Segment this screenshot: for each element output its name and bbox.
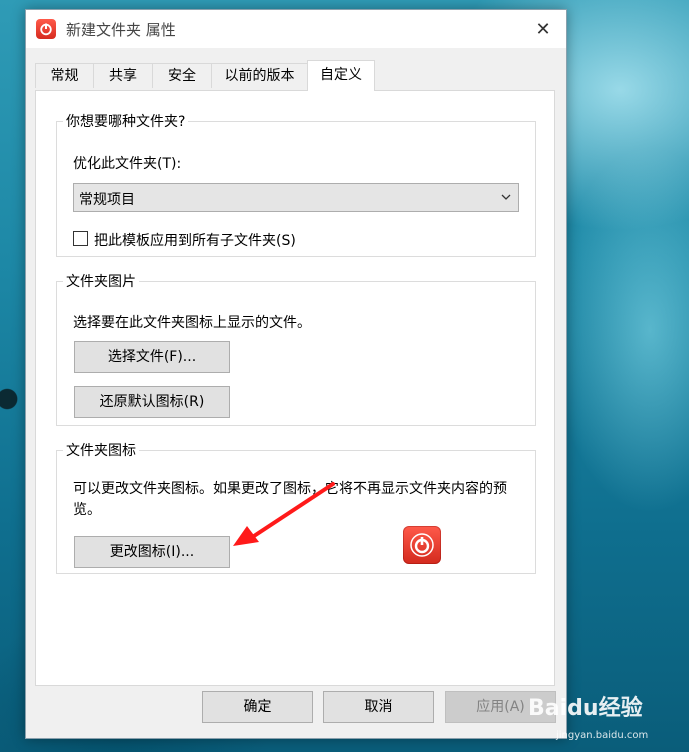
annotation-arrow-icon [233, 482, 335, 546]
choose-file-button[interactable]: 选择文件(F)... [74, 341, 230, 373]
folder-type-legend: 你想要哪种文件夹? [66, 114, 186, 130]
background-diver [0, 385, 18, 413]
baidu-watermark-url: jingyan.baidu.com [556, 730, 649, 741]
optimize-dropdown[interactable]: 常规项目 [73, 183, 519, 212]
baidu-watermark: Baidu经验 [528, 696, 643, 721]
change-icon-button[interactable]: 更改图标(I)... [74, 536, 230, 568]
tab-security[interactable]: 安全 [152, 63, 212, 88]
properties-dialog: 新建文件夹 属性 ✕ 常规 共享 安全 以前的版本 自定义 你想要哪种文件夹? … [25, 9, 567, 739]
tab-sharing[interactable]: 共享 [93, 63, 153, 88]
cancel-button[interactable]: 取消 [323, 691, 434, 723]
tab-strip: 常规 共享 安全 以前的版本 自定义 [26, 60, 566, 91]
ok-button[interactable]: 确定 [202, 691, 313, 723]
apply-subfolders-label[interactable]: 把此模板应用到所有子文件夹(S) [94, 230, 296, 250]
optimize-label: 优化此文件夹(T): [73, 156, 182, 172]
folder-picture-description: 选择要在此文件夹图标上显示的文件。 [73, 315, 311, 331]
title-bar[interactable]: 新建文件夹 属性 ✕ [26, 10, 566, 48]
customize-panel: 你想要哪种文件夹? 优化此文件夹(T): 常规项目 把此模板应用到所有子文件夹(… [35, 90, 555, 686]
tab-previous-versions[interactable]: 以前的版本 [211, 63, 308, 88]
restore-default-icon-button[interactable]: 还原默认图标(R) [74, 386, 230, 418]
window-title: 新建文件夹 属性 [66, 21, 176, 39]
optimize-selected-value: 常规项目 [79, 192, 135, 208]
close-button[interactable]: ✕ [520, 10, 566, 48]
chevron-down-icon [500, 188, 512, 209]
tab-customize[interactable]: 自定义 [307, 60, 375, 91]
folder-type-group: 你想要哪种文件夹? 优化此文件夹(T): 常规项目 把此模板应用到所有子文件夹(… [56, 111, 536, 257]
tab-general[interactable]: 常规 [35, 63, 94, 88]
apply-subfolders-checkbox[interactable] [73, 231, 88, 246]
folder-picture-group: 文件夹图片 选择要在此文件夹图标上显示的文件。 选择文件(F)... 还原默认图… [56, 271, 536, 426]
folder-picture-legend: 文件夹图片 [66, 274, 136, 290]
power-icon [36, 19, 56, 39]
power-icon [403, 526, 441, 564]
folder-icon-legend: 文件夹图标 [66, 443, 136, 459]
